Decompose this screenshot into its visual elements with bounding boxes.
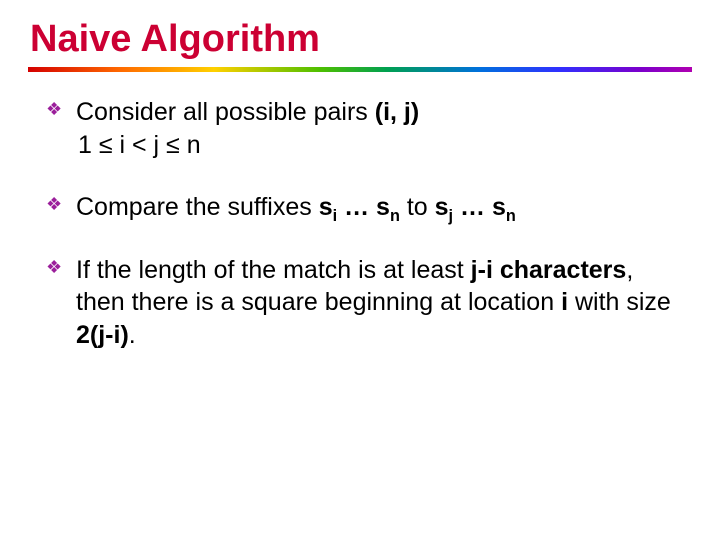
b2-t1: Compare the suffixes: [76, 193, 319, 221]
b3-size: 2(j-i): [76, 321, 129, 349]
b3-loc: i: [561, 288, 568, 316]
b2-si: si … sn: [319, 193, 400, 221]
b1-text: Consider all possible pairs: [76, 98, 375, 126]
b3-t3: with size: [568, 288, 671, 316]
bullet-item-1: Consider all possible pairs (i, j) 1 ≤ i…: [46, 96, 686, 161]
slide: Naive Algorithm Consider all possible pa…: [0, 0, 720, 540]
b3-dot: .: [129, 321, 136, 349]
rainbow-divider: [28, 67, 692, 72]
b1-constraint: 1 ≤ i < j ≤ n: [76, 129, 686, 162]
b1-pair: (i, j): [375, 98, 419, 126]
page-title: Naive Algorithm: [30, 18, 692, 61]
b3-t1: If the length of the match is at least: [76, 256, 471, 284]
b3-ji: j-i characters: [471, 256, 627, 284]
b2-to: to: [400, 193, 435, 221]
bullet-item-2: Compare the suffixes si … sn to sj … sn: [46, 191, 686, 224]
b2-sj: sj … sn: [435, 193, 516, 221]
bullet-list: Consider all possible pairs (i, j) 1 ≤ i…: [28, 96, 692, 351]
bullet-item-3: If the length of the match is at least j…: [46, 254, 686, 352]
